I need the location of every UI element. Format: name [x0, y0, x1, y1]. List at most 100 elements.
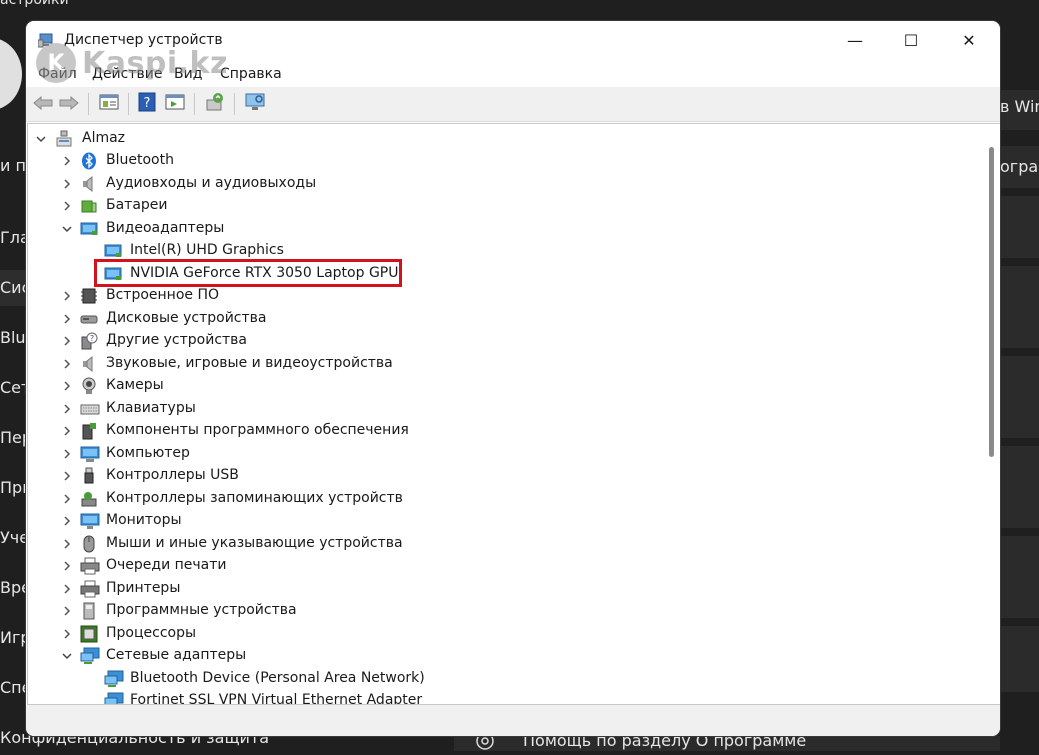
display-adapter-icon — [80, 220, 98, 238]
chevron-right-icon[interactable] — [60, 330, 74, 352]
highlight-annotation — [94, 259, 402, 287]
tree-item-label: Процессоры — [106, 625, 197, 641]
chevron-down-icon[interactable] — [60, 645, 74, 667]
tree-item[interactable]: Процессоры — [28, 623, 968, 645]
status-bar — [26, 705, 1000, 736]
bg-card — [1000, 266, 1039, 348]
tree-item[interactable]: Батареи — [28, 195, 968, 217]
chevron-right-icon[interactable] — [60, 488, 74, 510]
chevron-right-icon[interactable] — [60, 420, 74, 442]
tree-item[interactable]: Видеоадаптеры — [28, 218, 968, 240]
properties-view-button[interactable] — [98, 93, 120, 115]
chevron-right-icon[interactable] — [60, 150, 74, 172]
chevron-right-icon[interactable] — [60, 398, 74, 420]
toolbar-separator — [128, 93, 129, 115]
chevron-right-icon[interactable] — [60, 533, 74, 555]
tree-item-label: Очереди печати — [106, 557, 227, 573]
chevron-right-icon[interactable] — [60, 510, 74, 532]
tree-item-label: Сетевые адаптеры — [106, 647, 247, 663]
root-label: Almaz — [82, 130, 126, 146]
tree-item[interactable]: Встроенное ПО — [28, 285, 968, 307]
bg-card — [1000, 446, 1039, 528]
tree-item[interactable]: Контроллеры USB — [28, 465, 968, 487]
tree-item-label: Звуковые, игровые и видеоустройства — [106, 355, 393, 371]
help-button[interactable]: ? — [136, 92, 158, 115]
toolbar-separator — [194, 93, 195, 115]
device-tree[interactable]: Almaz Bluetooth Аудиовходы и аудиовыходы… — [27, 123, 1000, 705]
network-adapter-icon — [104, 692, 124, 704]
tree-item-label: Камеры — [106, 377, 164, 393]
battery-icon — [80, 197, 98, 215]
storage-controller-icon — [80, 490, 98, 508]
tree-item-label: Программные устройства — [106, 602, 297, 618]
show-hidden-button[interactable] — [164, 93, 186, 115]
tree-item-label: Bluetooth — [106, 152, 174, 168]
tree-item[interactable]: Компоненты программного обеспечения — [28, 420, 968, 442]
chevron-right-icon[interactable] — [60, 375, 74, 397]
tree-item[interactable]: Мыши и иные указывающие устройства — [28, 533, 968, 555]
tree-item-label: Контроллеры USB — [106, 467, 239, 483]
update-driver-button[interactable] — [204, 93, 226, 115]
keyboard-icon — [80, 400, 100, 418]
print-queue-icon — [80, 557, 100, 575]
chevron-right-icon[interactable] — [60, 443, 74, 465]
usb-icon — [80, 467, 98, 485]
tree-item[interactable]: Сетевые адаптеры — [28, 645, 968, 667]
unknown-device-icon: ? — [80, 332, 98, 350]
avatar — [0, 38, 22, 110]
tree-item[interactable]: Камеры — [28, 375, 968, 397]
tree-item[interactable]: Очереди печати — [28, 555, 968, 577]
tree-item[interactable]: Программные устройства — [28, 600, 968, 622]
tree-item[interactable]: Контроллеры запоминающих устройств — [28, 488, 968, 510]
back-arrow-icon — [33, 95, 53, 114]
tree-item-label: Аудиовходы и аудиовыходы — [106, 175, 317, 191]
vertical-scrollbar[interactable] — [989, 147, 994, 457]
bg-card — [1000, 196, 1039, 258]
tree-item[interactable]: Мониторы — [28, 510, 968, 532]
tree-item[interactable]: Звуковые, игровые и видеоустройства — [28, 353, 968, 375]
bg-card — [1000, 356, 1039, 438]
scan-hardware-button[interactable] — [244, 93, 266, 115]
mouse-icon — [80, 535, 98, 553]
svg-text:?: ? — [90, 334, 94, 343]
printer-icon — [80, 580, 100, 598]
chevron-right-icon[interactable] — [60, 308, 74, 330]
chevron-right-icon[interactable] — [60, 578, 74, 600]
tree-item[interactable]: Клавиатуры — [28, 398, 968, 420]
chevron-right-icon[interactable] — [60, 195, 74, 217]
tree-root[interactable]: Almaz — [28, 128, 968, 150]
back-button[interactable] — [32, 93, 54, 115]
chevron-right-icon[interactable] — [60, 555, 74, 577]
properties-icon — [99, 93, 119, 115]
tree-item-label: Клавиатуры — [106, 400, 196, 416]
forward-button[interactable] — [58, 93, 80, 115]
close-button[interactable]: ✕ — [940, 21, 998, 59]
tree-item[interactable]: Дисковые устройства — [28, 308, 968, 330]
chevron-right-icon[interactable] — [60, 173, 74, 195]
tree-item-label: Компоненты программного обеспечения — [106, 422, 409, 438]
menu-help[interactable]: Справка — [220, 66, 282, 82]
tree-item-label: Fortinet SSL VPN Virtual Ethernet Adapte… — [130, 692, 423, 705]
network-adapter-icon — [104, 670, 124, 688]
chevron-right-icon[interactable] — [60, 285, 74, 307]
tree-item-label: Принтеры — [106, 580, 181, 596]
chevron-right-icon[interactable] — [60, 623, 74, 645]
chevron-down-icon[interactable] — [34, 128, 48, 150]
tree-item[interactable]: Принтеры — [28, 578, 968, 600]
minimize-button[interactable]: — — [826, 21, 884, 59]
chevron-right-icon[interactable] — [60, 465, 74, 487]
tree-item[interactable]: ? Другие устройства — [28, 330, 968, 352]
tree-item-child[interactable]: Fortinet SSL VPN Virtual Ethernet Adapte… — [28, 690, 968, 705]
bg-settings-title: астройки — [0, 0, 69, 8]
processor-icon — [80, 625, 98, 643]
tree-item-label: Bluetooth Device (Personal Area Network) — [130, 670, 425, 686]
chevron-down-icon[interactable] — [60, 218, 74, 240]
chevron-right-icon[interactable] — [60, 353, 74, 375]
chevron-right-icon[interactable] — [60, 600, 74, 622]
tree-item[interactable]: Компьютер — [28, 443, 968, 465]
maximize-button[interactable]: ☐ — [882, 21, 940, 59]
tree-item-child[interactable]: Bluetooth Device (Personal Area Network) — [28, 668, 968, 690]
tree-item[interactable]: Bluetooth — [28, 150, 968, 172]
view-icon — [165, 93, 185, 115]
tree-item[interactable]: Аудиовходы и аудиовыходы — [28, 173, 968, 195]
